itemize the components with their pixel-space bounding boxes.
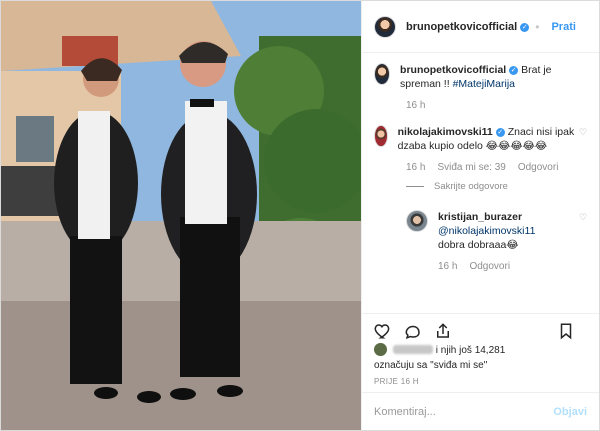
comment-input[interactable] — [374, 405, 554, 418]
reply-button[interactable]: Odgovori — [518, 162, 559, 173]
reply-item: kristijan_burazer @nikolajakimovski11 do… — [406, 210, 589, 252]
author-avatar[interactable] — [374, 15, 396, 38]
reply-mention[interactable]: @nikolajakimovski11 — [438, 225, 535, 237]
separator-dot: • — [535, 19, 540, 34]
like-comment-heart-icon[interactable]: ♡ — [579, 127, 589, 137]
caption-hashtag[interactable]: #MatejiMarija — [453, 78, 515, 90]
verified-badge-icon: ✓ — [495, 128, 505, 137]
instagram-post: brunopetkovicofficial ✓ • Prati brunopetk… — [0, 0, 600, 431]
caption-time: 16 h — [406, 100, 426, 111]
reply-body: kristijan_burazer @nikolajakimovski11 do… — [438, 210, 535, 252]
comments-list: brunopetkovicofficial ✓ Brat je spreman !… — [374, 63, 589, 272]
reply-avatar[interactable] — [406, 210, 428, 232]
caption-username[interactable]: brunopetkovicofficial — [400, 64, 506, 76]
verified-badge-icon: ✓ — [520, 22, 530, 32]
liker-name-hidden — [393, 345, 433, 354]
divider-line — [406, 186, 424, 187]
comment-like-count[interactable]: Sviđa mi se: 39 — [437, 162, 505, 173]
add-comment-bar: Objavi — [362, 392, 599, 430]
reply-username[interactable]: kristijan_burazer — [438, 211, 522, 223]
reply-meta: 16 h Odgovori — [438, 261, 589, 272]
verified-badge-icon: ✓ — [509, 66, 519, 75]
caption-comment: brunopetkovicofficial ✓ Brat je spreman !… — [374, 63, 589, 91]
liker-avatar[interactable] — [374, 343, 387, 356]
caption-body: brunopetkovicofficial ✓ Brat je spreman !… — [400, 63, 589, 91]
likes-summary: i njih još 14,281 označuju sa "sviđa mi … — [374, 343, 589, 373]
reply-text: dobra dobraaa😂 — [438, 239, 519, 251]
follow-button[interactable]: Prati — [551, 21, 575, 33]
author-username[interactable]: brunopetkovicofficial ✓ — [406, 21, 530, 33]
comment-item: nikolajakimovski11 ✓ Znaci nisi ipak dzab… — [374, 125, 589, 153]
caption-avatar[interactable] — [374, 63, 391, 85]
post-photo — [1, 1, 361, 430]
post-image — [1, 1, 361, 430]
commenter-avatar[interactable] — [374, 125, 388, 147]
reply-time: 16 h — [438, 261, 458, 272]
likes-tail-text: označuju sa "sviđa mi se" — [374, 360, 488, 371]
post-header: brunopetkovicofficial ✓ • Prati — [362, 1, 599, 53]
like-reply-heart-icon[interactable]: ♡ — [579, 212, 589, 222]
bookmark-icon[interactable] — [557, 322, 575, 340]
likes-count-text[interactable]: i njih još 14,281 — [436, 345, 506, 356]
comment-body: nikolajakimovski11 ✓ Znaci nisi ipak dzab… — [398, 125, 589, 153]
hide-replies-label[interactable]: Sakrijte odgovore — [434, 181, 508, 192]
comment-meta: 16 h Sviđa mi se: 39 Odgovori — [406, 162, 589, 173]
comment-icon[interactable] — [404, 322, 422, 340]
hide-replies-toggle[interactable]: Sakrijte odgovore — [406, 181, 589, 192]
comment-time: 16 h — [406, 162, 426, 173]
post-actions — [362, 313, 599, 340]
post-comment-button[interactable]: Objavi — [553, 406, 587, 418]
author-username-text[interactable]: brunopetkovicofficial — [406, 21, 517, 33]
comment-username[interactable]: nikolajakimovski11 — [398, 126, 493, 138]
reply-button[interactable]: Odgovori — [469, 261, 510, 272]
post-side-panel: brunopetkovicofficial ✓ • Prati brunopetk… — [361, 1, 599, 430]
share-icon[interactable] — [434, 322, 452, 340]
post-timestamp: PRIJE 16 H — [374, 377, 419, 386]
caption-meta: 16 h — [406, 100, 589, 111]
heart-icon[interactable] — [374, 322, 392, 340]
